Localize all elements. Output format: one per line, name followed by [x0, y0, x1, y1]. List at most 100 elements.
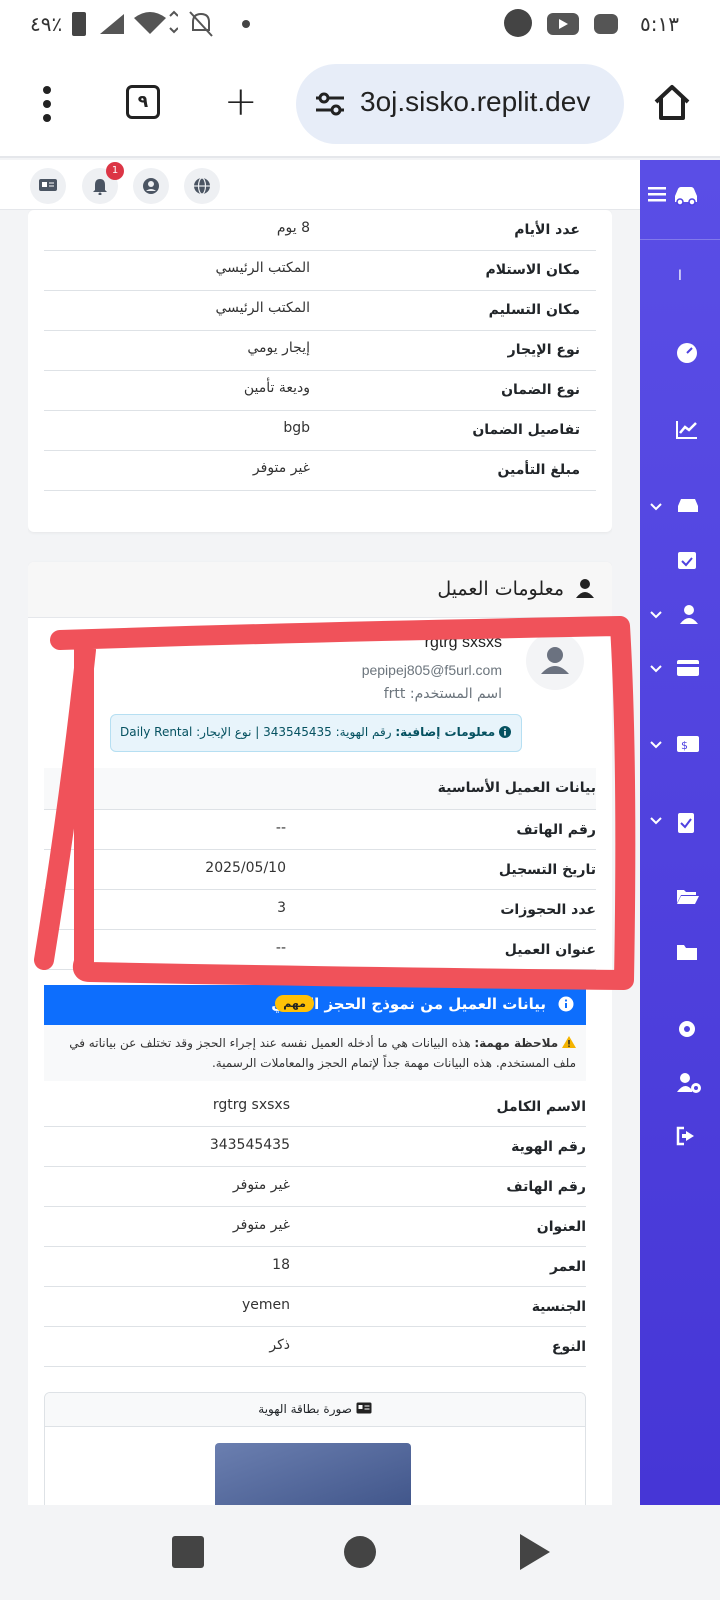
car-logo-icon [675, 187, 697, 206]
table-row: عدد الحجوزات 3 [44, 890, 596, 930]
customer-username: اسم المستخدم: frtt [383, 686, 502, 702]
table-row: نوع الإيجار إيجار يومي [44, 330, 596, 371]
sidebar-item-open-folder[interactable] [640, 878, 720, 918]
sidebar-item-user-settings[interactable] [640, 1064, 720, 1104]
youtube-icon [547, 13, 579, 35]
sidebar-item-cars[interactable] [640, 488, 720, 528]
chart-line-icon [676, 421, 697, 439]
customer-name: rgtrg sxsxs [424, 634, 502, 651]
id-card-icon [39, 179, 57, 191]
table-row: مبلغ التأمين غير متوفر [44, 450, 596, 491]
browser-menu-icon[interactable] [40, 86, 54, 128]
chevron-down-icon [650, 665, 662, 673]
signal-icon [100, 14, 124, 34]
sidebar-item-logout[interactable] [640, 1118, 720, 1158]
status-bar: ٤٩٪ ٥:١٣ [0, 0, 720, 50]
table-row: مكان التسليم المكتب الرئيسي [44, 290, 596, 331]
user-icon [576, 579, 594, 598]
customer-email: pepipej805@f5url.com [361, 662, 502, 678]
sidebar-item-payments[interactable] [640, 650, 720, 690]
customer-card-header: معلومات العميل [28, 562, 612, 618]
main-content: عدد الأيام 8 يوم مكان الاستلام المكتب الرئ… [28, 210, 612, 1505]
language-button[interactable] [184, 168, 220, 204]
home-nav-button[interactable] [344, 1536, 376, 1568]
sidebar-brand[interactable] [640, 160, 720, 240]
sidebar-item-settings[interactable] [640, 1010, 720, 1050]
sidebar-item-invoices[interactable]: $ [640, 726, 720, 766]
table-row: مكان الاستلام المكتب الرئيسي [44, 250, 596, 291]
notification-badge: 1 [106, 162, 124, 180]
mute-notification-icon [189, 11, 213, 37]
sidebar: ا $ [640, 160, 720, 1505]
sidebar-item-bookings[interactable] [640, 540, 720, 580]
id-card-panel: صورة بطاقة الهوية [44, 1392, 586, 1505]
important-badge: مهم [275, 995, 314, 1012]
logout-icon [676, 1126, 694, 1146]
language-card-button[interactable] [30, 168, 66, 204]
chevron-down-icon [650, 503, 662, 511]
important-note: ملاحظة مهمة: هذه البيانات هي ما أدخله ال… [44, 1025, 586, 1081]
profile-button[interactable] [133, 168, 169, 204]
tab-switcher-button[interactable]: ٩ [126, 85, 160, 119]
id-card-icon [356, 1402, 372, 1414]
user-gear-icon [677, 1073, 701, 1093]
user-circle-icon [143, 178, 159, 194]
dashboard-icon [677, 343, 697, 363]
note-label: ملاحظة مهمة: [474, 1036, 559, 1050]
site-settings-icon[interactable] [314, 88, 346, 120]
warning-icon [562, 1036, 576, 1048]
sidebar-item-folder[interactable] [640, 934, 720, 974]
calendar-check-icon [678, 552, 696, 569]
id-card-header: صورة بطاقة الهوية [45, 1393, 585, 1427]
home-icon[interactable] [652, 82, 692, 122]
app-circle-icon [504, 9, 532, 37]
customer-info-card: معلومات العميل rgtrg sxsxs pepipej805@f5… [28, 562, 612, 1505]
svg-text:$: $ [681, 739, 688, 752]
extra-info-label: معلومات إضافية: [395, 725, 496, 739]
table-row: الاسم الكامل rgtrg sxsxs [44, 1087, 586, 1127]
sidebar-item-tasks[interactable] [640, 802, 720, 842]
clipboard-check-icon [678, 813, 694, 833]
table-row: رقم الهوية 343545435 [44, 1127, 586, 1167]
money-bill-icon: $ [677, 736, 699, 752]
hamburger-icon[interactable] [648, 186, 666, 202]
extra-info-value: رقم الهوية: 343545435 | نوع الإيجار: Dai… [119, 725, 392, 739]
sidebar-item-customers[interactable] [640, 596, 720, 636]
basic-info-header: بيانات العميل الأساسية [44, 768, 596, 810]
chevron-down-icon [650, 611, 662, 619]
wifi-icon [134, 10, 178, 34]
table-row: النوع ذكر [44, 1327, 586, 1367]
sidebar-item-dashboard[interactable] [640, 334, 720, 374]
users-icon [680, 605, 698, 624]
new-tab-icon[interactable]: + [224, 82, 258, 122]
sidebar-item-reports[interactable] [640, 410, 720, 450]
chevron-down-icon [650, 817, 662, 825]
bell-icon [93, 179, 107, 196]
table-row: تفاصيل الضمان bgb [44, 410, 596, 451]
booking-form-header: بيانات العميل من نموذج الحجز الحالي مهم [44, 985, 586, 1025]
table-row: نوع الضمان وديعة تأمين [44, 370, 596, 411]
battery-icon [72, 12, 86, 36]
info-icon [558, 996, 574, 1012]
globe-icon [194, 177, 210, 195]
gear-icon [679, 1021, 695, 1037]
booking-details-card: عدد الأيام 8 يوم مكان الاستلام المكتب الرئ… [28, 210, 612, 532]
back-button[interactable] [520, 1534, 550, 1570]
id-card-title: صورة بطاقة الهوية [258, 1402, 352, 1416]
info-icon [499, 726, 511, 738]
battery-percent: ٤٩٪ [30, 12, 63, 36]
chevron-down-icon [650, 741, 662, 749]
extra-info-alert: معلومات إضافية: رقم الهوية: 343545435 | … [110, 714, 522, 752]
table-row: عدد الأيام 8 يوم [44, 210, 596, 251]
dot-icon [242, 20, 250, 28]
table-row: رقم الهاتف غير متوفر [44, 1167, 586, 1207]
address-bar[interactable]: 3oj.sisko.replit.dev [296, 64, 624, 144]
app-header [0, 160, 640, 210]
avatar [526, 632, 584, 690]
folder-icon [677, 945, 697, 960]
recent-apps-button[interactable] [172, 1536, 204, 1568]
url-text: 3oj.sisko.replit.dev [360, 86, 591, 117]
sidebar-section-label: ا [678, 268, 682, 284]
table-row: تاريخ التسجيل 2025/05/10 [44, 850, 596, 890]
id-card-image[interactable] [215, 1443, 411, 1505]
